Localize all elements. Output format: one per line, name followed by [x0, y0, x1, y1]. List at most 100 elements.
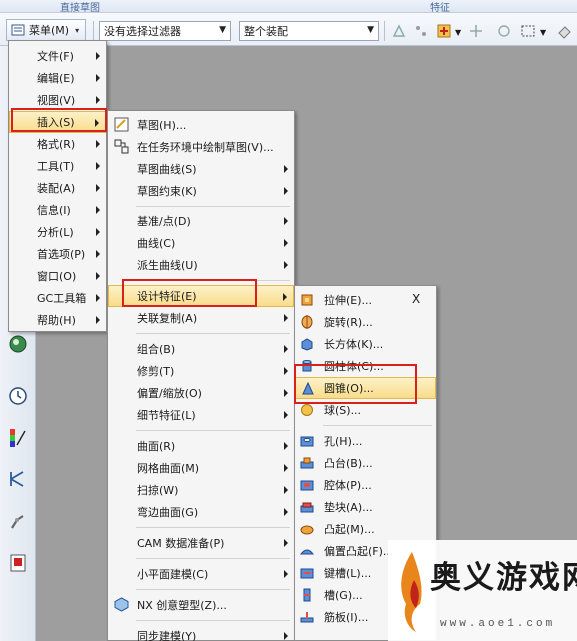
menu-item-mesh-surface[interactable]: 网格曲面(M): [108, 457, 294, 479]
analysis-icon[interactable]: [7, 468, 29, 490]
menu-item-emboss[interactable]: 凸起(M)...: [295, 518, 436, 540]
menu-item-surface[interactable]: 曲面(R): [108, 435, 294, 457]
menu-item-tools[interactable]: 工具(T): [9, 155, 106, 177]
pocket-icon: [300, 480, 314, 491]
filter-select[interactable]: 没有选择过滤器 ▼: [99, 21, 231, 41]
menu-item-flange-surface[interactable]: 弯边曲面(G): [108, 501, 294, 523]
cone-icon: [302, 382, 314, 395]
menu-item-help[interactable]: 帮助(H): [9, 309, 106, 331]
menu-item-detail-feature[interactable]: 细节特征(L): [108, 404, 294, 426]
menu-item-label: 细节特征(L): [137, 409, 196, 422]
menu-item-nx-realize-shape[interactable]: NX 创意塑型(Z)...: [108, 594, 294, 616]
menu-item-cylinder[interactable]: 圆柱体(C)...: [295, 355, 436, 377]
chevron-right-icon: [284, 632, 288, 640]
cylinder-icon: [302, 360, 312, 372]
menu-item-task-sketch[interactable]: 在任务环境中绘制草图(V)...: [108, 136, 294, 158]
menu-item-trim[interactable]: 修剪(T): [108, 360, 294, 382]
assembly-scope-select[interactable]: 整个装配 ▼: [239, 21, 379, 41]
chevron-right-icon: [284, 539, 288, 547]
add-point-icon[interactable]: [436, 23, 452, 39]
chevron-down-icon[interactable]: ▼: [540, 28, 546, 37]
eraser-icon[interactable]: [556, 23, 572, 39]
menu-item-associative-copy[interactable]: 关联复制(A): [108, 307, 294, 329]
menu-item-cone[interactable]: 圆锥(O)...: [295, 377, 436, 399]
chevron-right-icon: [284, 464, 288, 472]
menu-item-info[interactable]: 信息(I): [9, 199, 106, 221]
menu-item-facet-modeling[interactable]: 小平面建模(C): [108, 563, 294, 585]
menu-item-block[interactable]: 长方体(K)...: [295, 333, 436, 355]
ribbon-group-bar: 直接草图 特征: [0, 0, 577, 14]
menu-separator: [136, 558, 290, 559]
menu-item-datum-point[interactable]: 基准/点(D): [108, 210, 294, 232]
menu-item-label: 窗口(O): [37, 270, 77, 283]
chevron-right-icon: [96, 228, 100, 236]
chevron-right-icon: [96, 250, 100, 258]
menu-item-view[interactable]: 视图(V): [9, 89, 106, 111]
chevron-right-icon: [96, 316, 100, 324]
menu-item-pad[interactable]: 垫块(A)...: [295, 496, 436, 518]
menu-item-boss[interactable]: 凸台(B)...: [295, 452, 436, 474]
menu-item-combine[interactable]: 组合(B): [108, 338, 294, 360]
chevron-right-icon: [284, 486, 288, 494]
menu-item-extrude[interactable]: 拉伸(E)...: [295, 289, 436, 311]
chevron-right-icon: [284, 165, 288, 173]
menu-item-file[interactable]: 文件(F): [9, 45, 106, 67]
menu-item-sphere[interactable]: 球(S)...: [295, 399, 436, 421]
chevron-down-icon: ▼: [219, 25, 226, 35]
menu-item-label: 偏置/缩放(O): [137, 387, 202, 400]
chevron-right-icon: [284, 217, 288, 225]
menu-item-cam-data-prep[interactable]: CAM 数据准备(P): [108, 532, 294, 554]
clock-icon[interactable]: [7, 385, 29, 407]
filter-select-value: 没有选择过滤器: [104, 25, 181, 38]
menu-item-gc-toolbox[interactable]: GC工具箱: [9, 287, 106, 309]
menu-item-derived-curve[interactable]: 派生曲线(U): [108, 254, 294, 276]
chevron-right-icon: [284, 570, 288, 578]
menu-item-pocket[interactable]: 腔体(P)...: [295, 474, 436, 496]
menu-item-label: 装配(A): [37, 182, 76, 195]
lasso-icon[interactable]: [496, 23, 512, 39]
emboss-icon: [300, 525, 314, 535]
toolbar-divider: [93, 21, 94, 41]
menu-item-label: 组合(B): [137, 343, 176, 356]
menu-item-preferences[interactable]: 首选项(P): [9, 243, 106, 265]
menu-item-sketch-curve[interactable]: 草图曲线(S): [108, 158, 294, 180]
menu-item-sketch[interactable]: 草图(H)...: [108, 114, 294, 136]
color-bar-icon[interactable]: [7, 427, 29, 449]
menu-item-sync-modeling[interactable]: 同步建模(Y): [108, 625, 294, 641]
menu-item-insert[interactable]: 插入(S): [9, 111, 106, 133]
book-icon[interactable]: [7, 552, 29, 574]
menu-item-curve[interactable]: 曲线(C): [108, 232, 294, 254]
menu-item-window[interactable]: 窗口(O): [9, 265, 106, 287]
menu-item-offset-scale[interactable]: 偏置/缩放(O): [108, 382, 294, 404]
robot-arm-icon[interactable]: [7, 510, 29, 532]
menu-item-sweep[interactable]: 扫掠(W): [108, 479, 294, 501]
sphere-icon[interactable]: [7, 333, 29, 355]
menu-item-label: 分析(L): [37, 226, 74, 239]
menu-item-analysis[interactable]: 分析(L): [9, 221, 106, 243]
menu-item-edit[interactable]: 编辑(E): [9, 67, 106, 89]
menu-item-label: 文件(F): [37, 50, 74, 63]
menu-item-label: 网格曲面(M): [137, 462, 200, 475]
chevron-right-icon: [95, 119, 99, 127]
move-icon[interactable]: [468, 23, 484, 39]
chevron-right-icon: [284, 261, 288, 269]
menu-item-design-feature[interactable]: 设计特征(E): [108, 285, 294, 307]
menu-item-assembly[interactable]: 装配(A): [9, 177, 106, 199]
menu-item-label: 曲线(C): [137, 237, 176, 250]
chevron-right-icon: [284, 367, 288, 375]
box-select-icon[interactable]: [520, 23, 536, 39]
menu-item-label: 格式(R): [37, 138, 76, 151]
menu-item-label: 在任务环境中绘制草图(V)...: [137, 141, 274, 154]
menu-item-hole[interactable]: 孔(H)...: [295, 430, 436, 452]
menu-separator: [136, 620, 290, 621]
menu-item-label: 同步建模(Y): [137, 630, 197, 641]
snap-icon[interactable]: [391, 23, 407, 39]
menu-item-sketch-constraint[interactable]: 草图约束(K): [108, 180, 294, 202]
menu-item-format[interactable]: 格式(R): [9, 133, 106, 155]
menu-button[interactable]: 菜单(M) ▾: [6, 19, 86, 41]
chevron-right-icon: [284, 389, 288, 397]
menu-item-revolve[interactable]: 旋转(R)...: [295, 311, 436, 333]
sphere-icon: [301, 404, 313, 416]
pattern-icon[interactable]: [413, 23, 429, 39]
chevron-down-icon[interactable]: ▼: [455, 28, 461, 37]
